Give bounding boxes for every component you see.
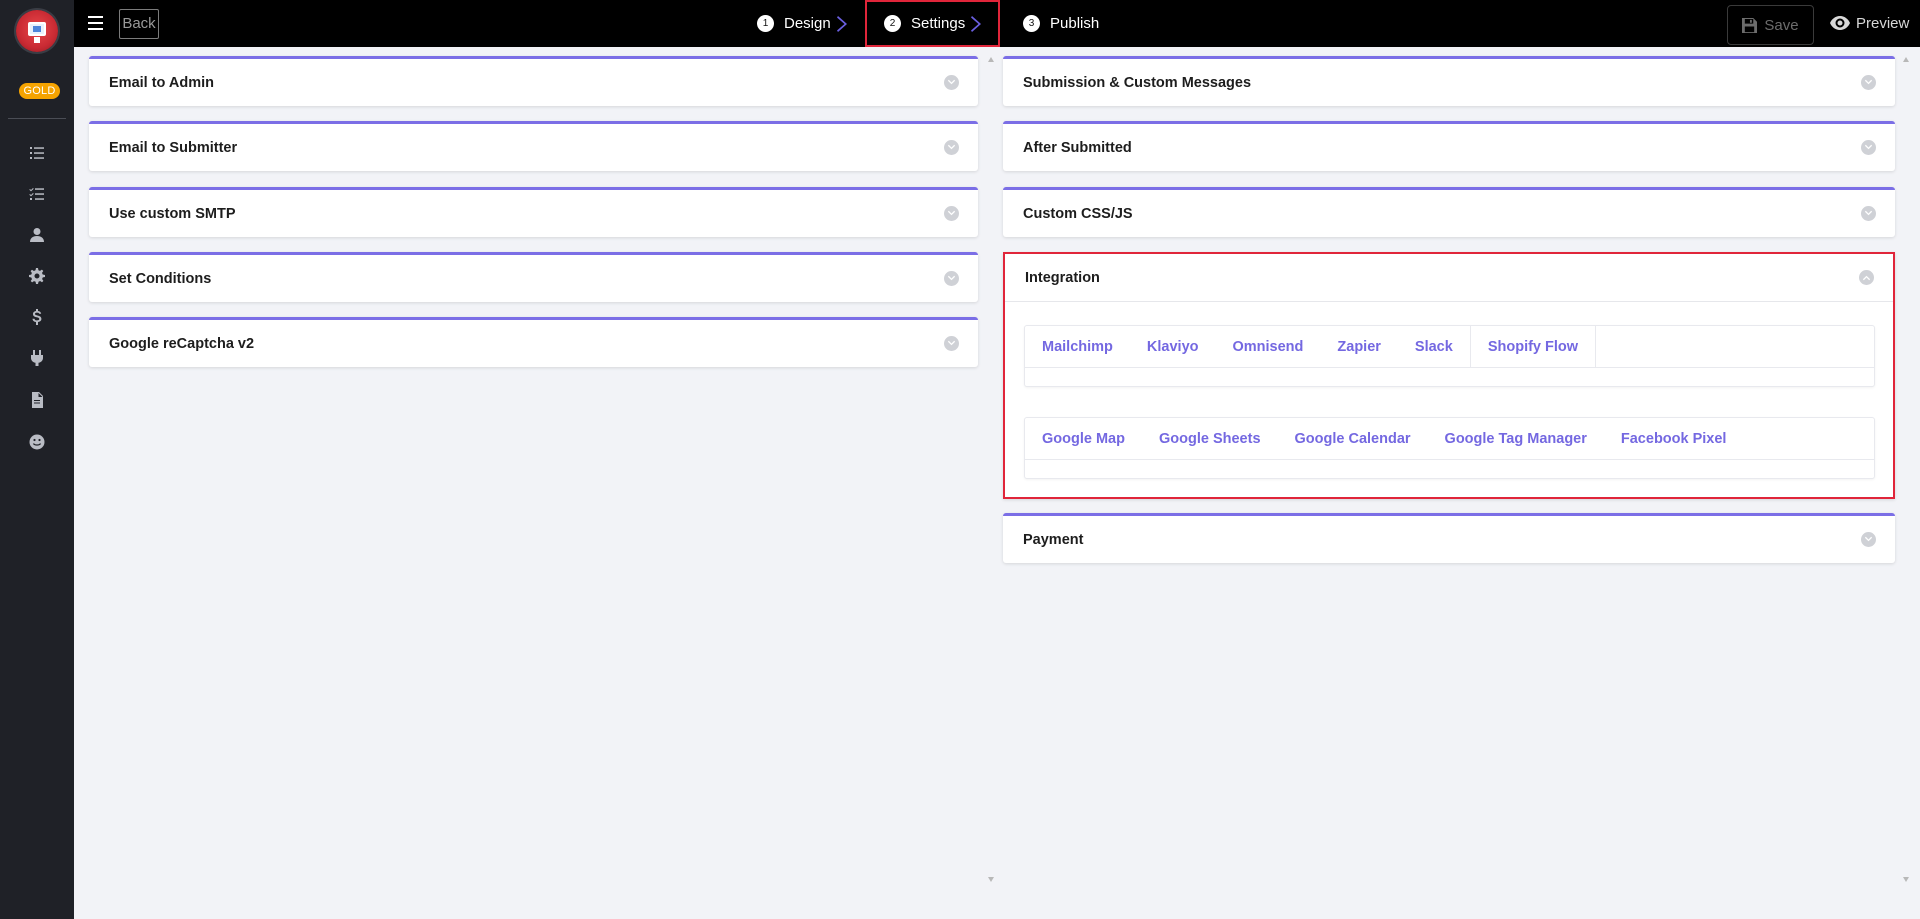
chevron-up-icon[interactable] <box>1859 270 1874 285</box>
tab-google-tag-manager[interactable]: Google Tag Manager <box>1428 418 1604 460</box>
chevron-down-icon[interactable] <box>1861 206 1876 221</box>
step-design[interactable]: 1 Design <box>757 0 847 47</box>
integration-tabs-group-1: Mailchimp Klaviyo Omnisend Zapier Slack … <box>1024 325 1875 387</box>
panel-title: Submission & Custom Messages <box>1023 74 1252 91</box>
panel-title: Use custom SMTP <box>109 205 236 222</box>
chevron-down-icon[interactable] <box>944 271 959 286</box>
save-label: Save <box>1764 16 1799 34</box>
chevron-down-icon[interactable] <box>944 140 959 155</box>
chevron-down-icon[interactable] <box>1861 75 1876 90</box>
panel-title: Email to Admin <box>109 74 214 91</box>
file-icon[interactable] <box>28 391 46 409</box>
tab-google-sheets[interactable]: Google Sheets <box>1142 418 1278 460</box>
panel-google-recaptcha[interactable]: Google reCaptcha v2 <box>89 317 978 367</box>
tab-zapier[interactable]: Zapier <box>1320 326 1398 368</box>
step-number: 3 <box>1023 15 1040 32</box>
panel-title: Email to Submitter <box>109 139 238 156</box>
eye-icon <box>1830 16 1850 30</box>
panel-set-conditions[interactable]: Set Conditions <box>89 252 978 302</box>
user-icon[interactable] <box>28 226 46 244</box>
chevron-down-icon[interactable] <box>944 336 959 351</box>
back-button[interactable]: Back <box>119 9 159 39</box>
gear-icon[interactable] <box>28 267 46 285</box>
tab-google-calendar[interactable]: Google Calendar <box>1278 418 1428 460</box>
top-bar: Back 1 Design 2 Settings 3 Publish Save … <box>74 0 1920 47</box>
panel-title: Payment <box>1023 531 1084 548</box>
panel-email-to-admin[interactable]: Email to Admin <box>89 56 978 106</box>
save-button[interactable]: Save <box>1727 5 1814 45</box>
plug-icon[interactable] <box>28 349 46 367</box>
panel-use-custom-smtp[interactable]: Use custom SMTP <box>89 187 978 237</box>
step-settings[interactable]: 2 Settings <box>865 0 1000 47</box>
tab-facebook-pixel[interactable]: Facebook Pixel <box>1604 418 1744 460</box>
floppy-disk-icon <box>1742 17 1758 33</box>
preview-button[interactable]: Preview <box>1830 12 1909 34</box>
panel-title: Custom CSS/JS <box>1023 205 1133 222</box>
step-number: 1 <box>757 15 774 32</box>
tab-omnisend[interactable]: Omnisend <box>1216 326 1321 368</box>
panel-custom-css-js[interactable]: Custom CSS/JS <box>1003 187 1895 237</box>
panel-title: After Submitted <box>1023 139 1132 156</box>
smile-icon[interactable] <box>28 433 46 451</box>
step-number: 2 <box>884 15 901 32</box>
tab-slack[interactable]: Slack <box>1398 326 1470 368</box>
tab-mailchimp[interactable]: Mailchimp <box>1025 326 1130 368</box>
panel-email-to-submitter[interactable]: Email to Submitter <box>89 121 978 171</box>
sidebar: GOLD <box>0 0 74 919</box>
sidebar-divider <box>8 118 66 119</box>
right-scrollbar[interactable] <box>1902 57 1910 882</box>
step-label: Design <box>784 15 831 32</box>
menu-icon[interactable] <box>88 16 103 30</box>
panel-title: Set Conditions <box>109 270 212 287</box>
app-logo[interactable] <box>16 10 58 52</box>
checklist-icon[interactable] <box>28 185 46 203</box>
left-scrollbar[interactable] <box>987 57 995 882</box>
chevron-down-icon[interactable] <box>1861 140 1876 155</box>
dollar-icon[interactable] <box>28 308 46 326</box>
tab-shopify-flow[interactable]: Shopify Flow <box>1469 325 1597 368</box>
chevron-right-icon <box>971 15 982 32</box>
list-icon[interactable] <box>28 144 46 162</box>
integration-tabs-group-2: Google Map Google Sheets Google Calendar… <box>1024 417 1875 479</box>
panel-title: Google reCaptcha v2 <box>109 335 255 352</box>
tab-google-map[interactable]: Google Map <box>1025 418 1142 460</box>
chevron-down-icon[interactable] <box>1861 532 1876 547</box>
panel-submission-messages[interactable]: Submission & Custom Messages <box>1003 56 1895 106</box>
chevron-right-icon <box>836 15 847 32</box>
panel-after-submitted[interactable]: After Submitted <box>1003 121 1895 171</box>
panel-integration: Integration Mailchimp Klaviyo Omnisend Z… <box>1003 252 1895 499</box>
plan-badge: GOLD <box>19 83 60 99</box>
step-label: Publish <box>1050 15 1100 32</box>
preview-label: Preview <box>1856 14 1910 32</box>
step-label: Settings <box>911 15 966 32</box>
chevron-down-icon[interactable] <box>944 75 959 90</box>
step-publish[interactable]: 3 Publish <box>1023 0 1099 47</box>
panel-integration-header[interactable]: Integration <box>1005 254 1893 302</box>
panel-title: Integration <box>1025 269 1100 286</box>
chevron-down-icon[interactable] <box>944 206 959 221</box>
panel-payment[interactable]: Payment <box>1003 513 1895 563</box>
tab-klaviyo[interactable]: Klaviyo <box>1130 326 1216 368</box>
